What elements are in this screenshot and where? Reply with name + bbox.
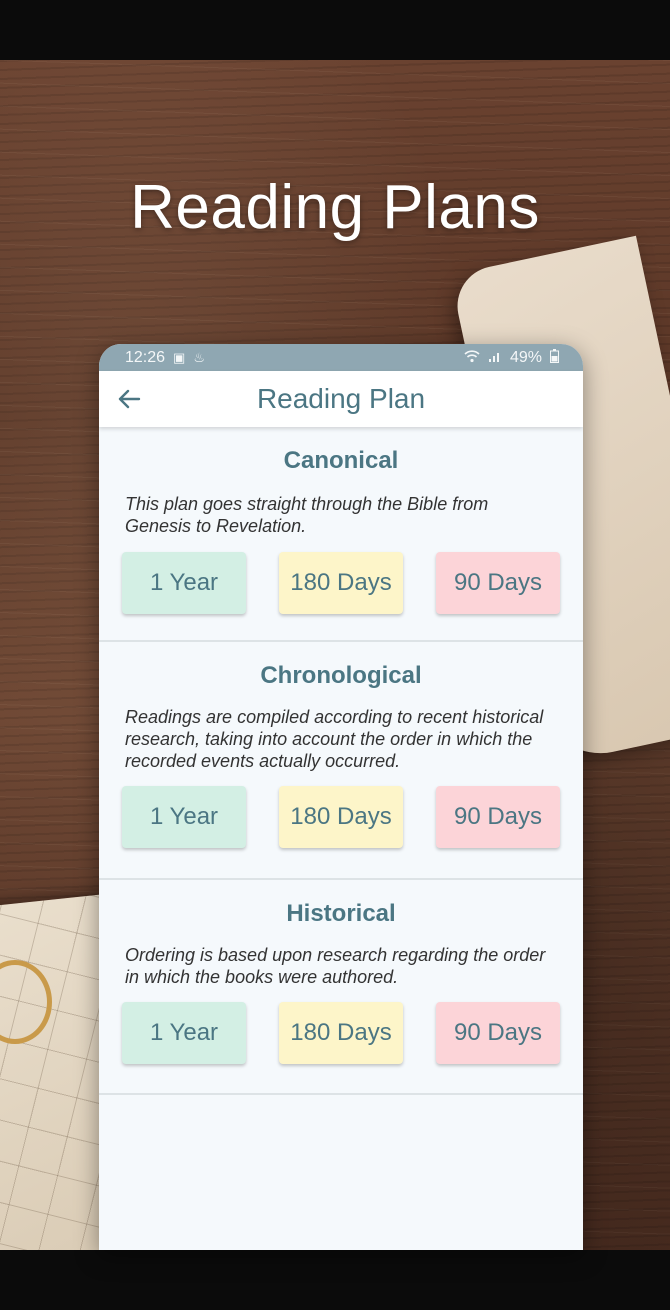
plan-section-chronological: Chronological Readings are compiled acco… [99,642,583,880]
180-days-button[interactable]: 180 Days [279,1002,403,1064]
plan-description: Readings are compiled according to recen… [125,707,544,771]
notification-icon: ♨ [193,349,205,365]
one-year-button[interactable]: 1 Year [122,1002,246,1064]
90-days-button[interactable]: 90 Days [436,552,560,614]
plan-title: Historical [286,900,396,927]
promo-headline: Reading Plans [130,173,540,242]
plan-section-canonical: Canonical This plan goes straight throug… [99,427,583,642]
phone-screen: 12:26 ▣ ♨ 49% Reading Plan Canonical Thi… [99,344,583,1250]
plan-options: 1 Year 180 Days 90 Days [121,786,561,848]
plan-section-historical: Historical Ordering is based upon resear… [99,880,583,1095]
plan-options: 1 Year 180 Days 90 Days [121,1002,561,1064]
image-icon: ▣ [173,349,186,365]
plan-options: 1 Year 180 Days 90 Days [121,552,561,614]
app-bar: Reading Plan [99,371,583,427]
signal-icon [488,349,502,366]
app-bar-title: Reading Plan [256,383,426,414]
status-time: 12:26 [125,348,166,366]
90-days-button[interactable]: 90 Days [436,1002,560,1064]
battery-icon [550,349,559,366]
90-days-button[interactable]: 90 Days [436,786,560,848]
plan-description: Ordering is based upon research regardin… [125,945,546,987]
180-days-button[interactable]: 180 Days [279,552,403,614]
one-year-button[interactable]: 1 Year [122,552,246,614]
plan-description: This plan goes straight through the Bibl… [125,494,489,536]
one-year-button[interactable]: 1 Year [122,786,246,848]
plan-title: Canonical [283,447,399,474]
plan-title: Chronological [260,662,422,689]
wifi-icon [464,349,480,366]
back-arrow-icon[interactable] [113,383,145,415]
180-days-button[interactable]: 180 Days [279,786,403,848]
status-bar: 12:26 ▣ ♨ 49% [99,344,583,371]
battery-percent: 49% [509,348,542,366]
